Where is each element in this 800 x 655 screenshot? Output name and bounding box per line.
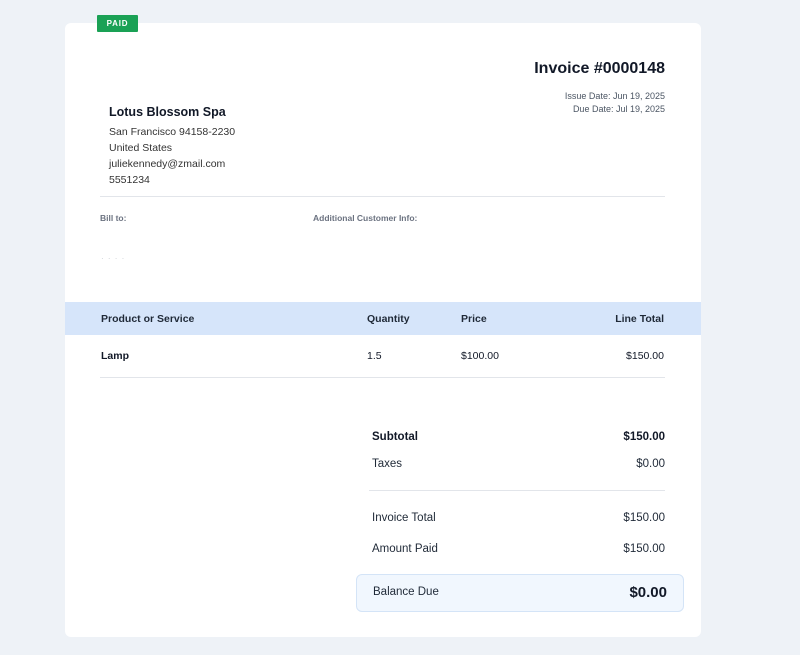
due-date: Due Date: Jul 19, 2025 — [572, 104, 665, 114]
invoice-dates: Issue Date: Jun 19, 2025 Due Date: Jul 1… — [565, 90, 665, 116]
business-country: United States — [109, 142, 173, 154]
taxes-value: $0.00 — [636, 458, 665, 470]
business-name: Lotus Blossom Spa — [109, 105, 226, 119]
subtotal-value: $150.00 — [623, 431, 665, 443]
business-info: Lotus Blossom Spa San Francisco 94158-22… — [109, 104, 235, 188]
amount-paid-value: $150.00 — [623, 543, 665, 555]
bill-to-value: · · · · — [101, 254, 126, 263]
business-email: juliekennedy@zmail.com — [109, 158, 226, 170]
row-product: Lamp — [101, 350, 130, 362]
divider — [100, 196, 665, 197]
issue-date: Issue Date: Jun 19, 2025 — [564, 91, 665, 101]
balance-due-value: $0.00 — [629, 584, 667, 601]
business-address: San Francisco 94158-2230 — [109, 126, 236, 138]
status-badge: PAID — [97, 15, 138, 32]
business-phone: 5551234 — [109, 174, 150, 186]
row-divider — [100, 377, 665, 378]
subtotal-label: Subtotal — [372, 431, 418, 443]
taxes-label: Taxes — [372, 458, 403, 470]
balance-due-label: Balance Due — [373, 586, 439, 598]
additional-info-label: Additional Customer Info: — [313, 213, 418, 223]
col-quantity: Quantity — [367, 313, 410, 325]
invoice-total-value: $150.00 — [623, 512, 665, 524]
row-line-total: $150.00 — [626, 350, 664, 362]
invoice-total-label: Invoice Total — [372, 512, 436, 524]
col-line-total: Line Total — [615, 313, 664, 325]
bill-to-label: Bill to: — [100, 213, 127, 223]
invoice-title: Invoice #0000148 — [534, 60, 665, 77]
amount-paid-label: Amount Paid — [372, 543, 438, 555]
summary-divider — [369, 490, 665, 491]
row-price: $100.00 — [461, 350, 499, 362]
row-quantity: 1.5 — [367, 350, 382, 362]
col-price: Price — [461, 313, 487, 325]
balance-due-box: Balance Due $0.00 — [356, 574, 684, 612]
col-product: Product or Service — [101, 313, 195, 325]
